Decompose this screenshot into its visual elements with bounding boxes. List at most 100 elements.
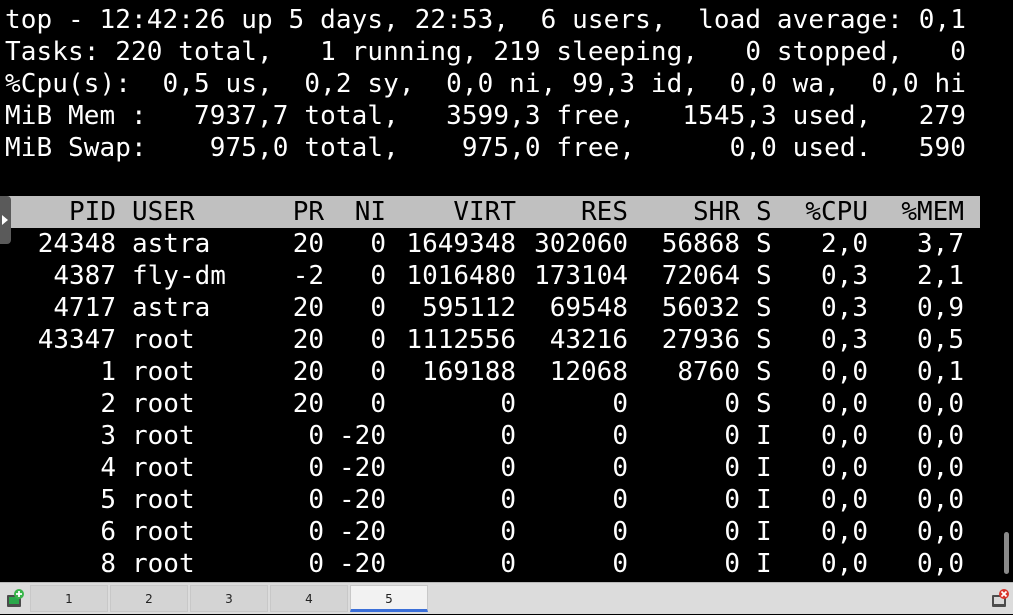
cell-ni: -20 [339,517,386,547]
cell-res: 0 [612,485,628,515]
cell-virt: 0 [500,421,516,451]
cell-res: 0 [612,421,628,451]
cell-user: root [132,421,195,451]
cell-mem: 0,1 [917,357,964,387]
process-row: 4387 fly-dm -2 0 1016480 173104 72064 S 0,3 2,1 [0,260,980,292]
cell-pid: 8 [100,549,116,579]
cell-s: I [756,453,772,483]
cell-ni: 0 [370,389,386,419]
cell-cpu: 0,0 [821,421,868,451]
cell-cpu: 0,3 [821,261,868,291]
process-row: 2 root 20 0 0 0 0 S 0,0 0,0 [0,388,980,420]
col-pid: PID [69,197,116,227]
cell-virt: 0 [500,453,516,483]
cell-res: 0 [612,453,628,483]
cell-shr: 56032 [661,293,740,323]
col-s: S [756,197,772,227]
cell-pid: 3 [100,421,116,451]
terminal-tab-4[interactable]: 4 [270,585,348,612]
col-pr: PR [292,197,324,227]
cell-virt: 1649348 [406,229,516,259]
cell-mem: 0,5 [917,325,964,355]
process-row: 5 root 0 -20 0 0 0 I 0,0 0,0 [0,484,980,516]
cell-shr: 72064 [661,261,740,291]
cell-ni: -20 [339,453,386,483]
terminal-tab-bar: 12345 [0,582,1013,614]
terminal-tab-1[interactable]: 1 [30,585,108,612]
col-res: RES [581,197,628,227]
cell-user: root [132,549,195,579]
cell-user: astra [132,293,211,323]
cell-s: S [756,357,772,387]
top-summary-cpu: %Cpu(s): 0,5 us, 0,2 sy, 0,0 ni, 99,3 id… [5,69,966,99]
cell-pid: 6 [100,517,116,547]
cell-s: S [756,229,772,259]
cell-mem: 0,0 [917,453,964,483]
cell-res: 43216 [549,325,628,355]
cell-pr: 20 [292,325,324,355]
cell-user: root [132,517,195,547]
cell-res: 0 [612,549,628,579]
close-terminal-icon[interactable] [989,587,1011,611]
col-shr: SHR [693,197,740,227]
terminal-tab-2[interactable]: 2 [110,585,188,612]
cell-pr: 20 [292,357,324,387]
cell-pr: 20 [292,293,324,323]
cell-user: root [132,453,195,483]
cell-pr: 20 [292,229,324,259]
cell-ni: 0 [370,293,386,323]
cell-ni: 0 [370,325,386,355]
col-virt: VIRT [453,197,516,227]
scrollbar-thumb[interactable] [1004,532,1009,574]
terminal-window[interactable]: top - 12:42:26 up 5 days, 22:53, 6 users… [0,0,1013,582]
cell-res: 12068 [549,357,628,387]
process-row: 8 root 0 -20 0 0 0 I 0,0 0,0 [0,548,980,580]
cell-virt: 595112 [422,293,516,323]
process-row: 3 root 0 -20 0 0 0 I 0,0 0,0 [0,420,980,452]
cell-ni: -20 [339,485,386,515]
cell-pid: 1 [100,357,116,387]
cell-res: 0 [612,517,628,547]
col-user: USER [132,197,195,227]
side-panel-toggle[interactable] [0,196,11,244]
cell-pid: 2 [100,389,116,419]
cell-res: 69548 [549,293,628,323]
cell-virt: 0 [500,549,516,579]
cell-shr: 0 [724,549,740,579]
process-table-header: PID USER PR NI VIRT RES SHR S %CPU %MEM [0,196,980,228]
cell-cpu: 0,0 [821,485,868,515]
cell-shr: 0 [724,453,740,483]
cell-s: I [756,549,772,579]
cell-virt: 169188 [422,357,516,387]
cell-pr: -2 [292,261,324,291]
cell-user: root [132,357,195,387]
cell-virt: 0 [500,485,516,515]
col-ni: NI [354,197,386,227]
cell-pr: 0 [308,453,324,483]
cell-virt: 1016480 [406,261,516,291]
cell-virt: 0 [500,517,516,547]
cell-pid: 24348 [37,229,116,259]
cell-s: S [756,325,772,355]
cell-user: fly-dm [132,261,226,291]
cell-pr: 0 [308,549,324,579]
top-summary-swap: MiB Swap: 975,0 total, 975,0 free, 0,0 u… [5,133,966,163]
cell-user: root [132,485,195,515]
cell-pid: 4 [100,453,116,483]
cell-shr: 27936 [661,325,740,355]
cell-user: astra [132,229,211,259]
cell-cpu: 0,0 [821,389,868,419]
cell-pr: 0 [308,517,324,547]
top-summary-tasks: Tasks: 220 total, 1 running, 219 sleepin… [5,37,966,67]
cell-pr: 0 [308,421,324,451]
cell-shr: 0 [724,485,740,515]
terminal-tab-5[interactable]: 5 [350,585,428,612]
new-terminal-icon[interactable] [4,587,26,611]
col-mem: %MEM [901,197,964,227]
cell-shr: 0 [724,389,740,419]
cell-pid: 5 [100,485,116,515]
cell-shr: 0 [724,517,740,547]
cell-pr: 20 [292,389,324,419]
cell-s: S [756,293,772,323]
terminal-tab-3[interactable]: 3 [190,585,268,612]
